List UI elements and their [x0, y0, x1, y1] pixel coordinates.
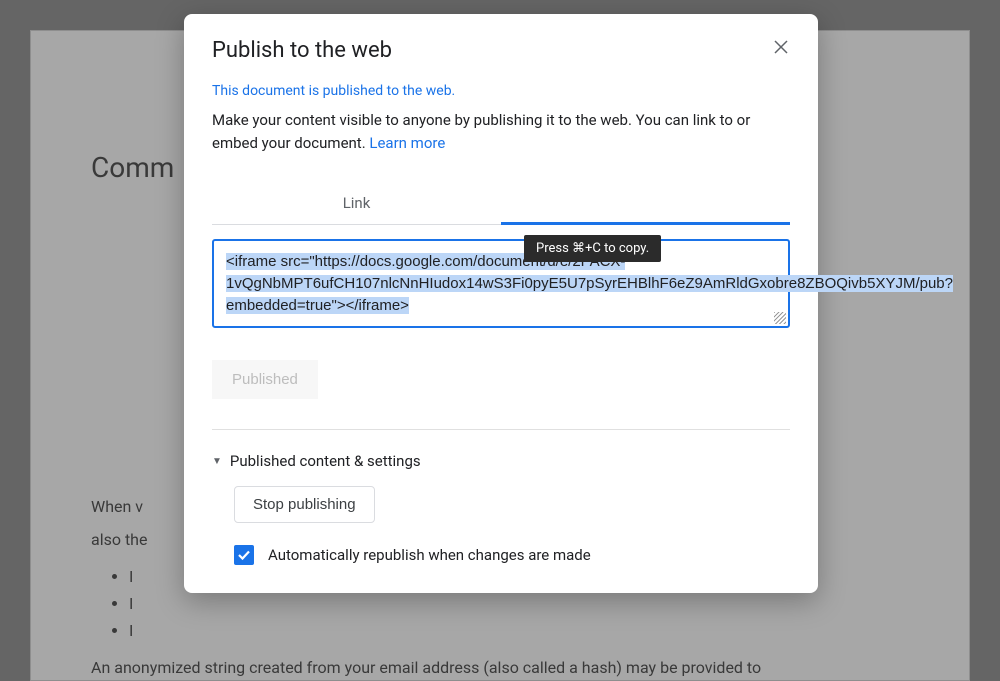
settings-toggle[interactable]: ▼ Published content & settings	[212, 452, 790, 470]
published-status-link[interactable]: This document is published to the web.	[212, 83, 790, 99]
auto-republish-checkbox[interactable]	[234, 545, 254, 565]
divider	[212, 429, 790, 430]
desc-text: Make your content visible to anyone by p…	[212, 111, 750, 152]
embed-code-textarea[interactable]: <iframe src="https://docs.google.com/doc…	[212, 239, 790, 328]
published-button: Published	[212, 360, 318, 399]
publish-dialog: Publish to the web This document is publ…	[184, 14, 818, 593]
tabs: Link Embed	[212, 184, 790, 225]
dialog-description: Make your content visible to anyone by p…	[212, 109, 790, 154]
tab-indicator	[501, 222, 790, 225]
settings-header-label: Published content & settings	[230, 452, 421, 470]
tab-link[interactable]: Link	[212, 184, 501, 224]
dialog-title: Publish to the web	[212, 38, 392, 63]
auto-republish-label: Automatically republish when changes are…	[268, 546, 591, 564]
stop-publishing-button[interactable]: Stop publishing	[234, 486, 375, 523]
close-icon[interactable]	[772, 38, 790, 56]
learn-more-link[interactable]: Learn more	[369, 134, 445, 152]
caret-down-icon: ▼	[212, 456, 222, 467]
copy-tooltip: Press ⌘+C to copy.	[524, 235, 661, 262]
tab-embed[interactable]: Embed	[501, 184, 790, 224]
resize-handle-icon[interactable]	[774, 312, 786, 324]
